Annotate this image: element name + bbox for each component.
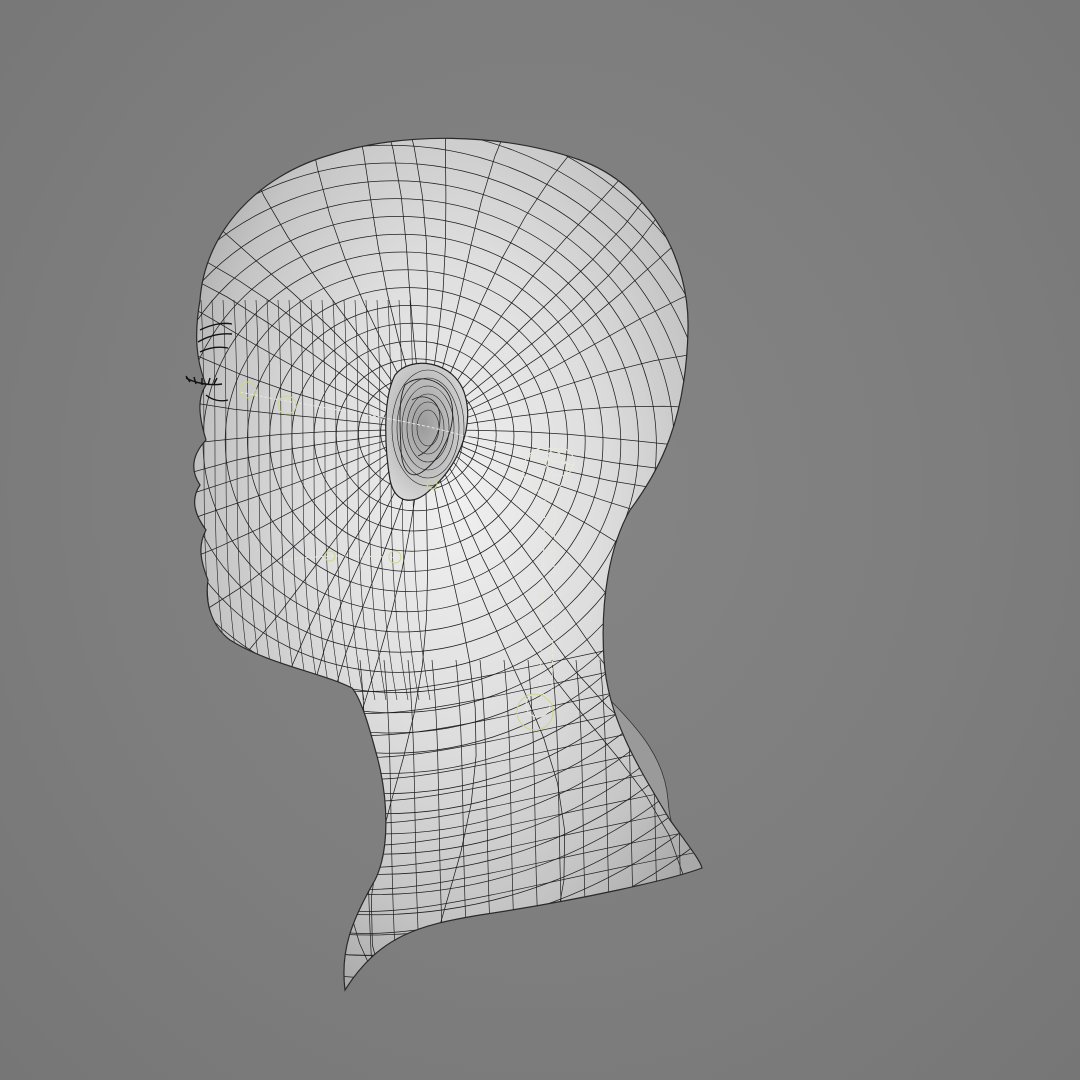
3d-viewport[interactable] [0, 0, 1080, 1080]
viewport-canvas[interactable] [0, 0, 1080, 1080]
head-mesh[interactable] [0, 0, 1001, 1000]
mesh-edge-neck-vertical [695, 659, 702, 990]
